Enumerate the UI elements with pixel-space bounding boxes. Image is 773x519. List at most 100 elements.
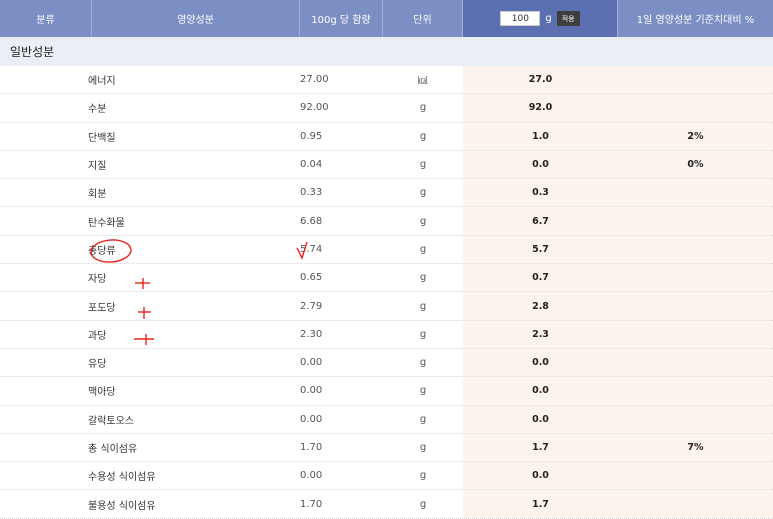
row-amount-value: 0.0 xyxy=(463,462,618,490)
table-row: 지질 0.04 g 0.0 0% xyxy=(0,150,773,180)
row-unit: g xyxy=(419,187,427,199)
row-category xyxy=(0,321,92,348)
row-per-100g-value: 92.00 xyxy=(300,102,329,114)
row-amount-value: 0.0 xyxy=(463,348,618,377)
row-unit: g xyxy=(419,385,427,397)
row-nutrient-name: 불용성 식이섬유 xyxy=(88,500,156,512)
row-unit: ㎉ xyxy=(418,76,428,88)
row-category xyxy=(0,236,92,263)
row-category xyxy=(0,66,92,93)
row-nutrient-name: 유당 xyxy=(88,359,107,371)
row-amount-value: 27.0 xyxy=(463,66,618,94)
row-unit: g xyxy=(419,328,427,340)
row-category xyxy=(0,434,92,461)
row-category xyxy=(0,94,92,121)
table-row: 총 식이섬유 1.70 g 1.7 7% xyxy=(0,433,773,463)
row-per-100g-value: 1.70 xyxy=(300,498,323,510)
row-unit: g xyxy=(419,130,427,142)
row-category xyxy=(0,151,92,178)
row-daily-value xyxy=(618,490,773,518)
table-row: 갈락토오스 0.00 g 0.0 xyxy=(0,405,773,434)
nutrient-table-body: 에너지 27.00 ㎉ 27.0 수분 92.00 g 92.0 단백질 0.95 g 1.0 2% 지질… xyxy=(0,66,773,519)
row-daily-value xyxy=(618,405,773,433)
row-daily-value xyxy=(618,292,773,320)
row-unit: g xyxy=(419,498,427,510)
row-nutrient-name: 자당 xyxy=(88,274,107,286)
row-category xyxy=(0,292,92,319)
row-amount-value: 1.7 xyxy=(463,490,618,518)
row-nutrient-name: 에너지 xyxy=(88,76,116,88)
row-category xyxy=(0,377,92,404)
row-daily-value xyxy=(618,179,773,207)
row-daily-value: 2% xyxy=(618,122,773,150)
table-row: 단백질 0.95 g 1.0 2% xyxy=(0,122,773,151)
header-unit: 단위 xyxy=(383,0,463,37)
row-category xyxy=(0,462,92,489)
row-amount-value: 1.7 xyxy=(463,433,618,462)
row-nutrient-name: 탄수화물 xyxy=(88,217,125,229)
row-category xyxy=(0,349,92,376)
apply-button[interactable]: 적용 xyxy=(556,11,580,26)
row-nutrient-name: 과당 xyxy=(88,330,107,342)
row-unit: g xyxy=(419,413,427,425)
row-daily-value xyxy=(618,320,773,348)
row-daily-value xyxy=(618,235,773,264)
row-unit: g xyxy=(419,357,427,369)
row-per-100g-value: 0.95 xyxy=(300,130,323,142)
section-general: 일반성분 xyxy=(0,37,773,66)
row-nutrient-name: 맥아당 xyxy=(88,387,116,399)
row-nutrient-name: 갈락토오스 xyxy=(88,415,134,427)
row-unit: g xyxy=(419,272,427,284)
row-amount-value: 0.0 xyxy=(463,405,618,433)
row-daily-value: 0% xyxy=(618,150,773,179)
row-nutrient-name: 수분 xyxy=(88,104,107,116)
row-amount-value: 0.3 xyxy=(463,179,618,207)
row-amount-value: 2.3 xyxy=(463,320,618,348)
row-daily-value xyxy=(618,462,773,490)
amount-control: g 적용 xyxy=(463,0,618,37)
amount-unit-label: g xyxy=(545,13,552,24)
row-category xyxy=(0,406,92,433)
table-row: 에너지 27.00 ㎉ 27.0 xyxy=(0,66,773,95)
row-daily-value xyxy=(618,264,773,292)
row-unit: g xyxy=(419,102,427,114)
row-per-100g-value: 1.70 xyxy=(300,442,323,453)
row-nutrient-name: 단백질 xyxy=(88,132,116,144)
row-category xyxy=(0,123,92,150)
row-amount-value: 0.0 xyxy=(463,377,618,405)
row-category xyxy=(0,490,92,517)
table-row: 총당류 5.74 g 5.7 xyxy=(0,235,773,265)
row-per-100g-value: 0.04 xyxy=(300,159,323,171)
row-per-100g-value: 0.33 xyxy=(300,187,323,199)
row-per-100g-value: 0.65 xyxy=(300,272,323,284)
table-row: 유당 0.00 g 0.0 xyxy=(0,348,773,378)
header-daily-value: 1일 영양성분 기준치대비 % xyxy=(636,15,755,26)
table-row: 자당 0.65 g 0.7 xyxy=(0,264,773,293)
row-amount-value: 1.0 xyxy=(463,122,618,150)
row-unit: g xyxy=(419,243,427,255)
row-amount-value: 0.7 xyxy=(463,264,618,292)
table-row: 과당 2.30 g 2.3 xyxy=(0,320,773,349)
row-amount-value: 2.8 xyxy=(463,292,618,320)
row-nutrient-name: 수용성 식이섬유 xyxy=(88,472,156,484)
row-unit: g xyxy=(419,215,427,227)
row-category xyxy=(0,179,92,206)
row-nutrient-name: 총 식이섬유 xyxy=(88,444,138,455)
row-amount-value: 6.7 xyxy=(463,207,618,235)
row-daily-value xyxy=(618,348,773,377)
header-nutrient: 영양성분 xyxy=(92,0,300,37)
table-row: 불용성 식이섬유 1.70 g 1.7 xyxy=(0,490,773,519)
row-nutrient-name: 회분 xyxy=(88,189,107,201)
row-nutrient-name: 포도당 xyxy=(88,302,116,314)
row-daily-value xyxy=(618,66,773,94)
row-category xyxy=(0,264,92,291)
table-row: 포도당 2.79 g 2.8 xyxy=(0,292,773,321)
row-daily-value: 7% xyxy=(618,433,773,462)
row-per-100g-value: 2.79 xyxy=(300,300,323,312)
table-row: 수용성 식이섬유 0.00 g 0.0 xyxy=(0,462,773,491)
row-per-100g-value: 6.68 xyxy=(300,215,323,227)
row-nutrient-name: 지질 xyxy=(88,161,107,173)
row-daily-value xyxy=(618,377,773,405)
row-amount-value: 0.0 xyxy=(463,150,618,179)
amount-input[interactable] xyxy=(500,11,541,26)
